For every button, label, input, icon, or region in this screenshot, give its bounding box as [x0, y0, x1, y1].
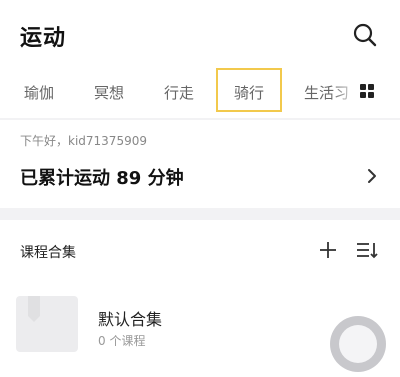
collection-thumbnail [16, 296, 78, 352]
floating-ball-center [339, 325, 377, 363]
tab-meditation[interactable]: 冥想 [94, 82, 124, 103]
floating-ball-icon[interactable] [330, 316, 386, 372]
collection-course-count: 0 个课程 [98, 334, 146, 348]
tab-cycling-label: 骑行 [233, 84, 264, 102]
total-exercise-time: 已累计运动 89 分钟 [20, 168, 184, 189]
search-icon[interactable] [352, 22, 378, 48]
tab-fade-overlay [332, 68, 360, 114]
tab-yoga[interactable]: 瑜伽 [24, 82, 54, 103]
collection-name: 默认合集 [98, 310, 163, 329]
greeting-text: 下午好，kid71375909 [20, 134, 147, 148]
bookmark-icon [28, 296, 40, 322]
tab-walking[interactable]: 行走 [164, 82, 194, 103]
section-title: 课程合集 [20, 245, 76, 261]
chevron-right-icon [368, 169, 376, 183]
page-title: 运动 [20, 26, 67, 51]
tab-cycling[interactable]: 骑行 [216, 68, 282, 112]
grid-icon[interactable] [360, 84, 374, 98]
sort-icon[interactable] [356, 240, 378, 260]
app-header: 运动 瑜伽 冥想 行走 骑行 生活习 [0, 0, 400, 118]
category-tabs: 瑜伽 冥想 行走 骑行 生活习 [0, 68, 400, 114]
plus-icon[interactable] [318, 240, 338, 260]
activity-summary[interactable]: 下午好，kid71375909 已累计运动 89 分钟 [0, 120, 400, 208]
